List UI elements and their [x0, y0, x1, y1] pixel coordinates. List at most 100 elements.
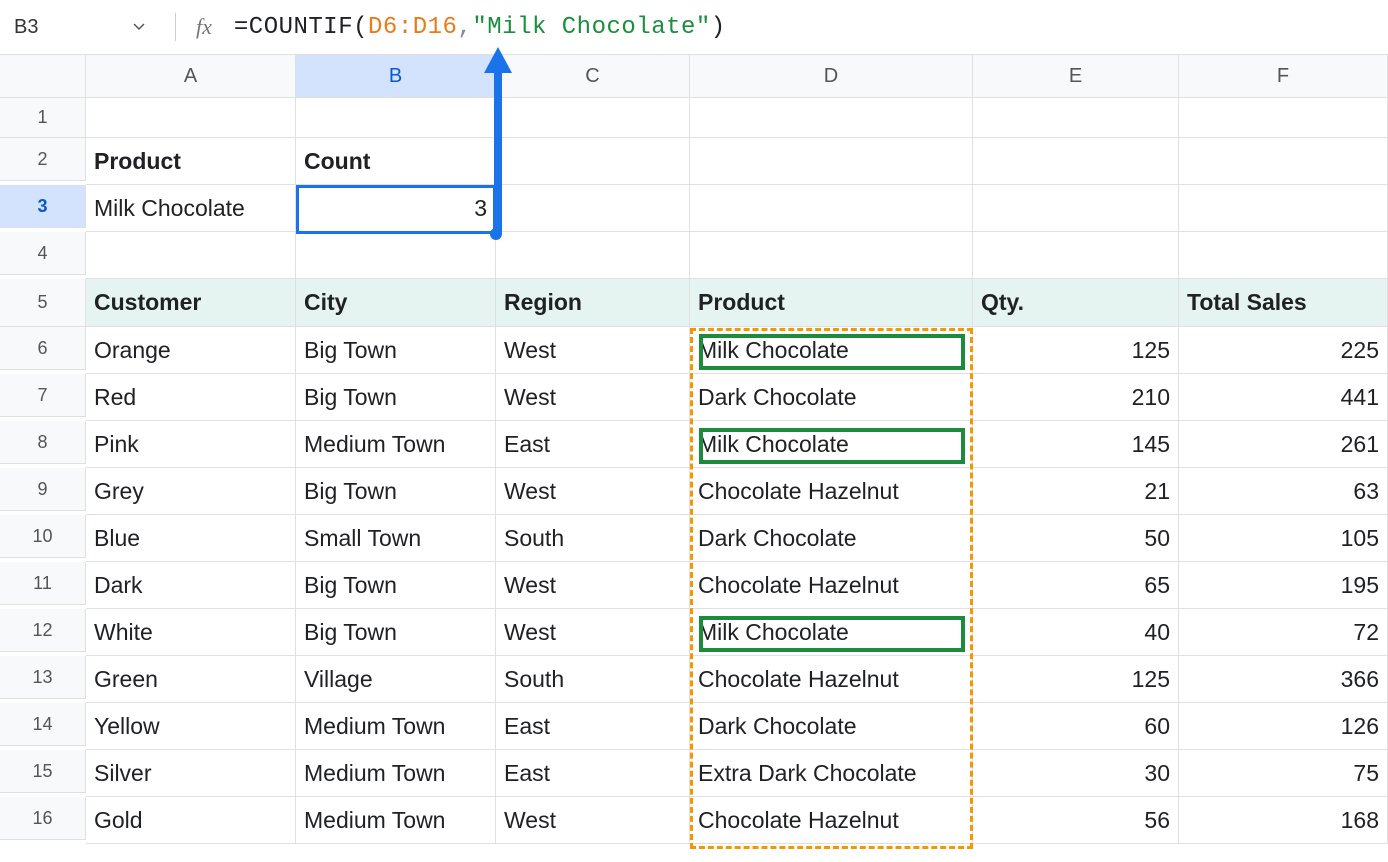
cell-D5[interactable]: Product	[690, 279, 973, 327]
cell-D4[interactable]	[690, 232, 973, 279]
row-header-9[interactable]: 9	[0, 468, 86, 511]
cell-B16[interactable]: Medium Town	[296, 797, 496, 844]
cell-A6[interactable]: Orange	[86, 327, 296, 374]
cell-F8[interactable]: 261	[1179, 421, 1388, 468]
col-header-A[interactable]: A	[86, 55, 296, 98]
cell-A10[interactable]: Blue	[86, 515, 296, 562]
cell-F7[interactable]: 441	[1179, 374, 1388, 421]
cell-B15[interactable]: Medium Town	[296, 750, 496, 797]
row-header-6[interactable]: 6	[0, 327, 86, 370]
cell-F3[interactable]	[1179, 185, 1388, 232]
cell-E2[interactable]	[973, 138, 1179, 185]
cell-C14[interactable]: East	[496, 703, 690, 750]
cell-C15[interactable]: East	[496, 750, 690, 797]
cell-A3[interactable]: Milk Chocolate	[86, 185, 296, 232]
cell-A1[interactable]	[86, 98, 296, 138]
cell-D11[interactable]: Chocolate Hazelnut	[690, 562, 973, 609]
cell-F10[interactable]: 105	[1179, 515, 1388, 562]
cell-B9[interactable]: Big Town	[296, 468, 496, 515]
col-header-B[interactable]: B	[296, 55, 496, 98]
cell-D9[interactable]: Chocolate Hazelnut	[690, 468, 973, 515]
cell-A8[interactable]: Pink	[86, 421, 296, 468]
cell-C8[interactable]: East	[496, 421, 690, 468]
row-header-8[interactable]: 8	[0, 421, 86, 464]
cell-E7[interactable]: 210	[973, 374, 1179, 421]
cell-D2[interactable]	[690, 138, 973, 185]
row-header-3[interactable]: 3	[0, 185, 86, 228]
cell-C7[interactable]: West	[496, 374, 690, 421]
cell-A14[interactable]: Yellow	[86, 703, 296, 750]
cell-B5[interactable]: City	[296, 279, 496, 327]
row-header-10[interactable]: 10	[0, 515, 86, 558]
cell-B3[interactable]: 3	[296, 185, 496, 232]
cell-A9[interactable]: Grey	[86, 468, 296, 515]
cell-C6[interactable]: West	[496, 327, 690, 374]
cell-B2[interactable]: Count	[296, 138, 496, 185]
cell-F15[interactable]: 75	[1179, 750, 1388, 797]
row-header-2[interactable]: 2	[0, 138, 86, 181]
cell-D14[interactable]: Dark Chocolate	[690, 703, 973, 750]
cell-F6[interactable]: 225	[1179, 327, 1388, 374]
cell-B4[interactable]	[296, 232, 496, 279]
row-header-12[interactable]: 12	[0, 609, 86, 652]
row-header-11[interactable]: 11	[0, 562, 86, 605]
cell-B1[interactable]	[296, 98, 496, 138]
cell-F11[interactable]: 195	[1179, 562, 1388, 609]
cell-A16[interactable]: Gold	[86, 797, 296, 844]
cell-A12[interactable]: White	[86, 609, 296, 656]
cell-C5[interactable]: Region	[496, 279, 690, 327]
cell-B13[interactable]: Village	[296, 656, 496, 703]
cell-F2[interactable]	[1179, 138, 1388, 185]
cell-A15[interactable]: Silver	[86, 750, 296, 797]
row-header-13[interactable]: 13	[0, 656, 86, 699]
cell-F13[interactable]: 366	[1179, 656, 1388, 703]
row-header-4[interactable]: 4	[0, 232, 86, 275]
cell-D12[interactable]: Milk Chocolate	[690, 609, 973, 656]
cell-C3[interactable]	[496, 185, 690, 232]
cell-D10[interactable]: Dark Chocolate	[690, 515, 973, 562]
cell-C4[interactable]	[496, 232, 690, 279]
name-box-dropdown-icon[interactable]	[133, 23, 145, 31]
cell-E15[interactable]: 30	[973, 750, 1179, 797]
cell-C1[interactable]	[496, 98, 690, 138]
row-header-15[interactable]: 15	[0, 750, 86, 793]
cell-F1[interactable]	[1179, 98, 1388, 138]
row-header-7[interactable]: 7	[0, 374, 86, 417]
cell-F12[interactable]: 72	[1179, 609, 1388, 656]
cell-E16[interactable]: 56	[973, 797, 1179, 844]
select-all-corner[interactable]	[0, 55, 86, 98]
cell-C13[interactable]: South	[496, 656, 690, 703]
cell-C2[interactable]	[496, 138, 690, 185]
cell-D3[interactable]	[690, 185, 973, 232]
row-header-14[interactable]: 14	[0, 703, 86, 746]
cell-E11[interactable]: 65	[973, 562, 1179, 609]
cell-A11[interactable]: Dark	[86, 562, 296, 609]
spreadsheet-grid[interactable]: A B C D E F 1 2 Product Count 3 Milk Cho…	[0, 55, 1388, 844]
cell-C16[interactable]: West	[496, 797, 690, 844]
row-header-16[interactable]: 16	[0, 797, 86, 840]
cell-B6[interactable]: Big Town	[296, 327, 496, 374]
cell-B11[interactable]: Big Town	[296, 562, 496, 609]
cell-D13[interactable]: Chocolate Hazelnut	[690, 656, 973, 703]
cell-D7[interactable]: Dark Chocolate	[690, 374, 973, 421]
cell-F5[interactable]: Total Sales	[1179, 279, 1388, 327]
cell-E6[interactable]: 125	[973, 327, 1179, 374]
cell-E5[interactable]: Qty.	[973, 279, 1179, 327]
cell-C9[interactable]: West	[496, 468, 690, 515]
cell-E9[interactable]: 21	[973, 468, 1179, 515]
cell-D16[interactable]: Chocolate Hazelnut	[690, 797, 973, 844]
row-header-5[interactable]: 5	[0, 279, 86, 327]
col-header-D[interactable]: D	[690, 55, 973, 98]
cell-B10[interactable]: Small Town	[296, 515, 496, 562]
cell-D1[interactable]	[690, 98, 973, 138]
cell-E1[interactable]	[973, 98, 1179, 138]
cell-F14[interactable]: 126	[1179, 703, 1388, 750]
formula-input[interactable]: =COUNTIF(D6:D16,"Milk Chocolate")	[234, 14, 726, 41]
cell-C10[interactable]: South	[496, 515, 690, 562]
col-header-C[interactable]: C	[496, 55, 690, 98]
cell-A2[interactable]: Product	[86, 138, 296, 185]
cell-D8[interactable]: Milk Chocolate	[690, 421, 973, 468]
cell-E10[interactable]: 50	[973, 515, 1179, 562]
cell-A13[interactable]: Green	[86, 656, 296, 703]
cell-F9[interactable]: 63	[1179, 468, 1388, 515]
